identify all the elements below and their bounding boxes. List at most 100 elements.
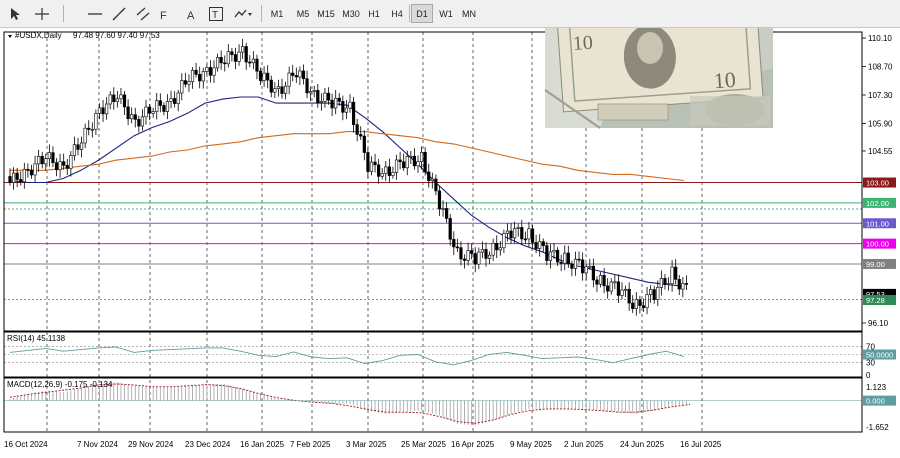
candle-body [516,227,520,229]
candle-body [334,97,338,109]
candle-body [491,242,495,256]
timeframe-m15[interactable]: M15 [314,4,338,23]
candle-body [663,278,667,285]
date-tick-label: 2 Jun 2025 [564,440,604,449]
candle-body [530,228,535,243]
candle-body [588,265,592,268]
candle-body [26,168,30,171]
candle-body [577,258,581,261]
candle-body [162,105,166,112]
candle-body [305,78,309,94]
timeframe-h4[interactable]: H4 [386,4,408,23]
candle-body [137,119,141,127]
candle-body [348,101,352,109]
crosshair-icon[interactable] [31,4,53,23]
date-tick-label: 16 Jan 2025 [240,440,285,449]
candle-body [684,283,689,285]
candle-body [434,178,438,192]
candle-body [147,106,152,114]
candle-body [83,127,87,144]
candle-body [51,152,55,163]
date-tick-label: 16 Jul 2025 [680,440,722,449]
candle-body [394,159,399,173]
dropdown-triangle-icon[interactable] [8,35,12,38]
candle-body [291,72,295,76]
chart-window[interactable]: RSI(14) 45.1138 70 50.0000 30 0 MACD(12,26,9… [0,2,900,456]
candle-body [355,124,359,135]
svg-text:F: F [160,10,167,21]
cursor-icon[interactable] [5,4,25,23]
candle-body [190,69,195,82]
candle-body [312,90,316,92]
candle-body [627,288,631,304]
candle-body [591,265,595,281]
candle-body [276,86,281,89]
candle-body [208,67,213,76]
candle-body [219,57,223,64]
trendline-icon[interactable] [109,4,129,23]
timeframe-w1[interactable]: W1 [435,4,457,23]
candle-body [509,230,513,239]
candle-body [666,283,671,286]
timeframe-m1[interactable]: M1 [266,4,288,23]
candle-body [230,51,234,55]
candle-body [201,71,205,82]
candle-body [631,302,635,309]
svg-text:10: 10 [572,32,593,55]
level-tag-label: 99.00 [866,260,885,269]
date-tick-label: 3 Mar 2025 [346,440,387,449]
candle-body [180,80,184,94]
horizontal-line-icon[interactable] [85,4,105,23]
candle-body [387,166,391,176]
chart-canvas[interactable]: RSI(14) 45.11387050.0000300 MACD(12,26,9… [0,2,900,456]
candle-body [72,144,77,156]
candle-body [266,72,270,81]
text-icon[interactable]: A [182,4,202,23]
candle-body [377,164,381,177]
ma-long-line [10,131,685,182]
candle-body [301,70,306,80]
candle-body [255,58,259,72]
price-tick-label: 107.30 [868,91,893,100]
candle-body [47,152,51,159]
candle-body [487,254,492,259]
shapes-dropdown-icon[interactable] [230,4,256,23]
candle-body [595,279,599,285]
date-tick-label: 16 Apr 2025 [451,440,495,449]
candle-body [452,238,456,248]
channel-icon[interactable] [133,4,153,23]
text-label-icon[interactable]: T [206,4,226,23]
candle-body [173,98,177,104]
level-tag-label: 100.00 [866,240,889,249]
candle-body [223,62,227,65]
candle-body [169,98,173,102]
fibonacci-icon[interactable]: F [156,4,176,23]
date-tick-label: 24 Jun 2025 [620,440,665,449]
svg-text:10: 10 [713,67,737,93]
price-tick-label: 96.10 [868,319,889,328]
timeframe-mn[interactable]: MN [458,4,480,23]
candle-body [638,299,642,306]
timeframe-m5[interactable]: M5 [292,4,314,23]
candle-body [233,54,238,62]
timeframe-m30[interactable]: M30 [339,4,363,23]
level-tag-label: 103.00 [866,179,889,188]
candle-body [538,241,542,249]
candle-body [520,227,524,240]
timeframe-h1[interactable]: H1 [364,4,384,23]
candle-body [69,155,73,169]
candle-body [94,113,98,130]
candle-body [534,242,538,249]
candle-body [419,151,424,162]
symbol-label: #USDX,Daily [15,31,62,40]
timeframe-d1[interactable]: D1 [411,4,433,23]
candle-body [645,294,649,308]
candle-body [555,249,560,263]
candle-body [641,305,646,308]
candle-body [244,46,248,63]
candle-body [462,258,467,261]
candle-body [97,107,102,114]
date-tick-label: 25 Mar 2025 [401,440,446,449]
candle-body [484,249,488,259]
candle-body [455,246,459,249]
